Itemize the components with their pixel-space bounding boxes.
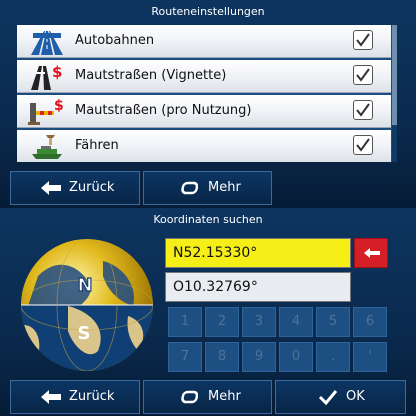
globe-north-label[interactable]: N [77, 274, 93, 296]
back-button[interactable]: Zurück [10, 171, 140, 205]
back-button[interactable]: Zurück [10, 380, 140, 414]
list-item-highways[interactable]: Autobahnen [17, 25, 391, 58]
ferries-label: Fähren [75, 138, 119, 153]
svg-text:$: $ [54, 98, 64, 114]
coordinate-search-screen: Koordinaten suchen N S N52.15330° O10.32… [0, 208, 416, 416]
keypad-key-8[interactable]: 8 [205, 342, 239, 372]
toll-vignette-checkbox[interactable] [353, 65, 373, 85]
scrollbar-thumb[interactable] [392, 25, 397, 125]
keypad-key-1[interactable]: 1 [168, 307, 202, 337]
toll-per-use-checkbox[interactable] [353, 100, 373, 120]
more-options-icon [181, 181, 198, 195]
longitude-input[interactable]: O10.32769° [165, 272, 351, 302]
checkmark-icon [318, 390, 338, 405]
list-item-ferries[interactable]: Fähren [17, 130, 391, 162]
backspace-button[interactable] [354, 238, 388, 268]
back-label: Zurück [69, 180, 115, 195]
keypad-key-6[interactable]: 6 [353, 307, 387, 337]
checkmark-icon [356, 138, 370, 152]
highways-checkbox[interactable] [353, 30, 373, 50]
back-label: Zurück [69, 389, 115, 404]
checkmark-icon [356, 103, 370, 117]
toll-road-per-use-icon: $ [28, 98, 64, 125]
more-button[interactable]: Mehr [143, 380, 272, 414]
screen-title: Routeneinstellungen [151, 5, 265, 18]
arrow-left-icon [41, 390, 61, 404]
more-label: Mehr [208, 180, 241, 195]
ferry-icon [32, 135, 62, 159]
route-settings-list: Autobahnen $ Mautstraßen (Vignette) $ Ma… [17, 25, 397, 162]
list-item-toll-vignette[interactable]: $ Mautstraßen (Vignette) [17, 60, 391, 93]
highways-label: Autobahnen [75, 33, 155, 48]
latitude-input[interactable]: N52.15330° [165, 238, 351, 268]
keypad-key-3[interactable]: 3 [242, 307, 276, 337]
checkmark-icon [356, 33, 370, 47]
globe-south-label[interactable]: S [78, 323, 91, 344]
more-label: Mehr [208, 389, 241, 404]
keypad-key-0[interactable]: 0 [279, 342, 313, 372]
checkmark-icon [356, 68, 370, 82]
ok-label: OK [346, 389, 365, 404]
more-options-icon [181, 390, 198, 404]
keypad-key-5[interactable]: 5 [316, 307, 350, 337]
keypad-key-9[interactable]: 9 [242, 342, 276, 372]
backspace-arrow-icon [364, 248, 380, 258]
more-button[interactable]: Mehr [143, 171, 272, 205]
ferries-checkbox[interactable] [353, 135, 373, 155]
keypad-key-2[interactable]: 2 [205, 307, 239, 337]
list-item-toll-per-use[interactable]: $ Mautstraßen (pro Nutzung) [17, 95, 391, 128]
toll-road-vignette-icon: $ [31, 63, 62, 90]
toll-per-use-label: Mautstraßen (pro Nutzung) [75, 103, 252, 118]
route-settings-screen: Routeneinstellungen Autobahnen $ Mautstr… [0, 0, 416, 208]
keypad-key-4[interactable]: 4 [279, 307, 313, 337]
keypad-key-7[interactable]: 7 [168, 342, 202, 372]
highway-icon [31, 31, 63, 55]
toll-vignette-label: Mautstraßen (Vignette) [75, 68, 227, 83]
keypad-key-apostrophe[interactable]: ' [353, 342, 387, 372]
ok-button[interactable]: OK [275, 380, 406, 414]
arrow-left-icon [41, 181, 61, 195]
screen-title: Koordinaten suchen [153, 213, 263, 226]
svg-text:$: $ [52, 63, 62, 81]
keypad-key-dot[interactable]: . [316, 342, 350, 372]
globe-icon: N S [21, 239, 153, 371]
